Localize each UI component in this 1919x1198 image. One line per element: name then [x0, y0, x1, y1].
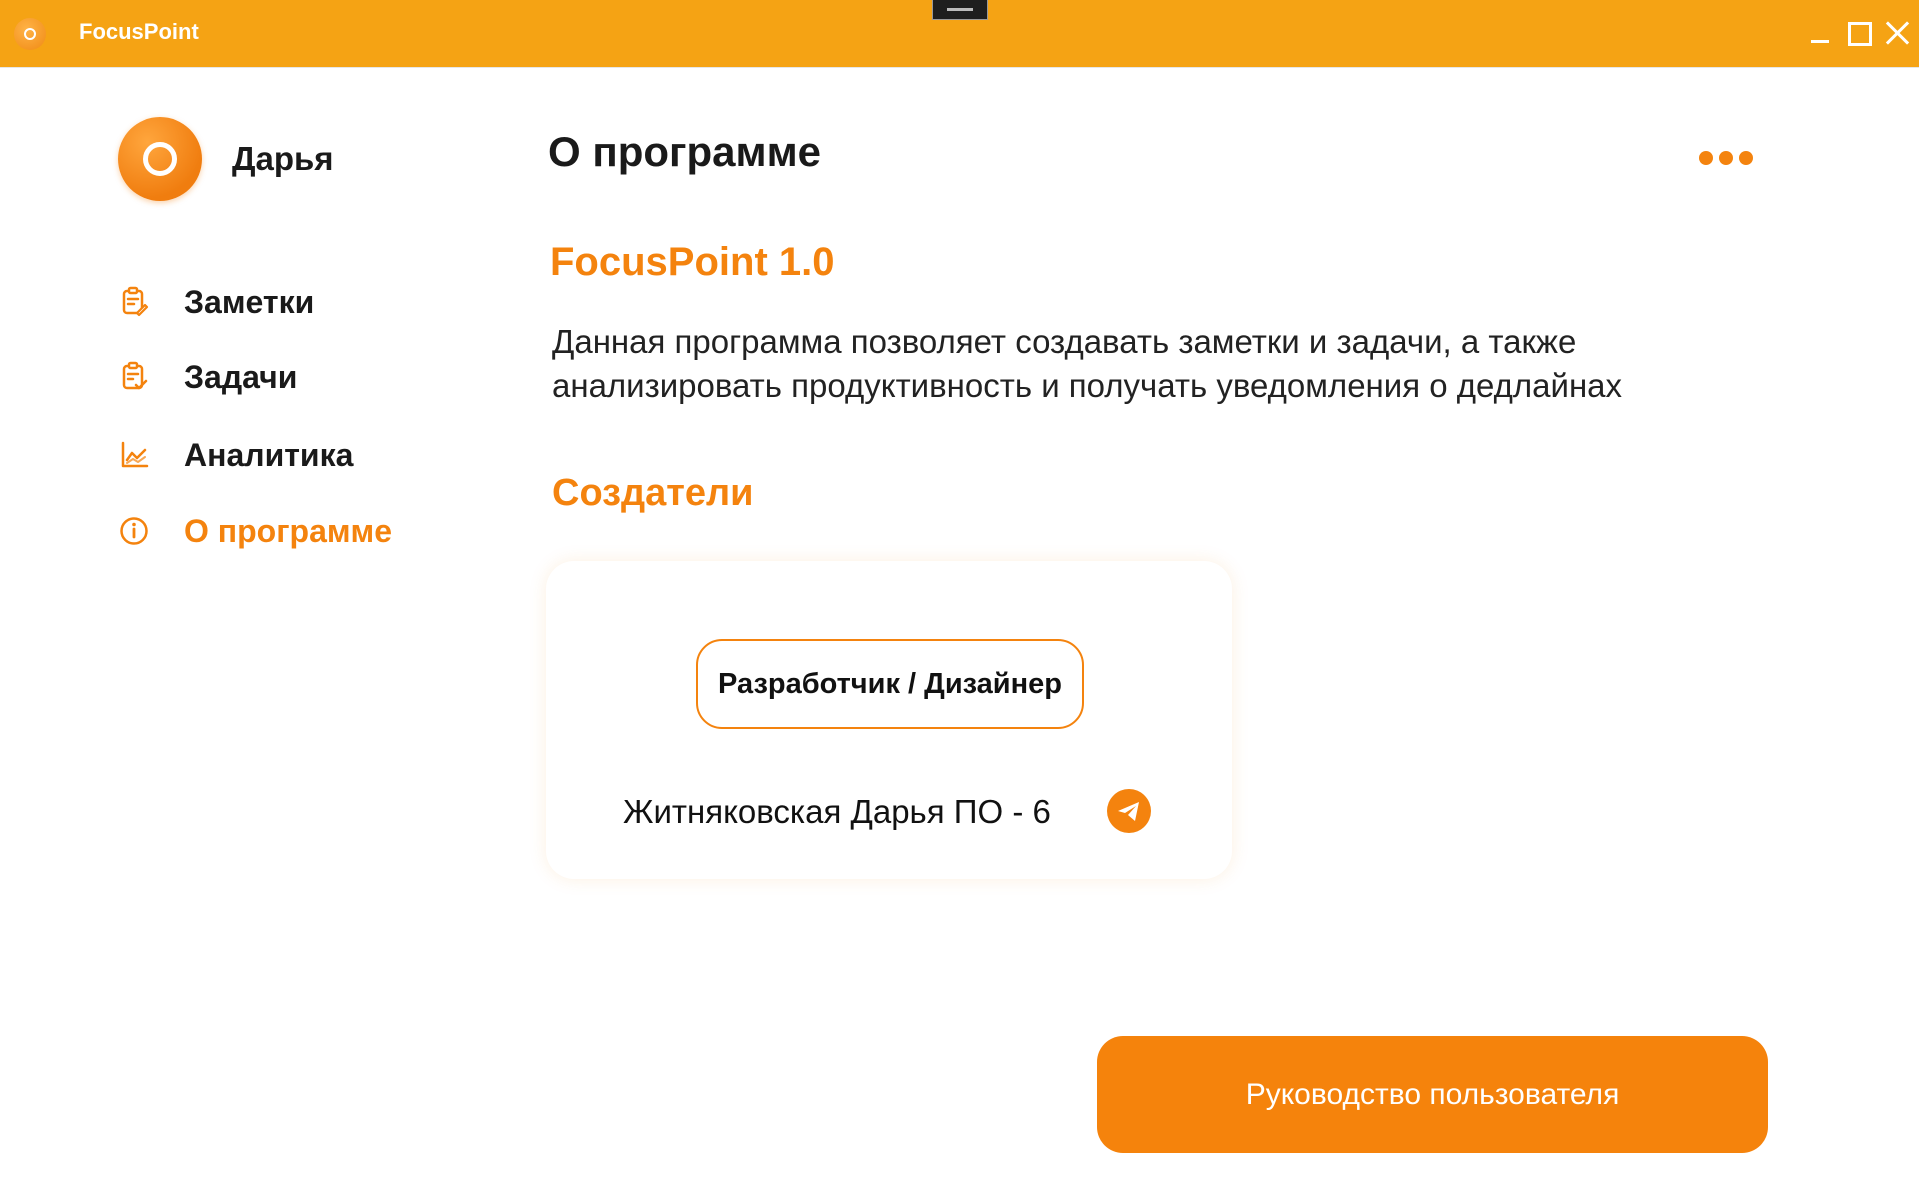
analytics-icon [121, 441, 149, 468]
sidebar-item-label: Задачи [184, 359, 298, 395]
app-version: FocusPoint 1.0 [550, 240, 835, 284]
sidebar-item-label: Заметки [184, 284, 315, 320]
creator-role-badge: Разработчик / Дизайнер [696, 639, 1084, 729]
more-dots-icon[interactable] [1697, 147, 1761, 169]
sidebar-item-analytics[interactable]: Аналитика [118, 433, 448, 477]
telegram-icon[interactable] [1107, 789, 1151, 833]
creator-card: Разработчик / Дизайнер Житняковская Дарь… [546, 561, 1232, 879]
user-name: Дарья [232, 140, 334, 177]
tasks-icon [122, 361, 148, 390]
sidebar-item-tasks[interactable]: Задачи [118, 355, 448, 399]
drag-handle[interactable] [932, 0, 988, 20]
title-bar: FocusPoint [0, 0, 1919, 68]
notes-icon [122, 286, 149, 317]
page-title: О программе [548, 128, 822, 175]
info-icon [120, 517, 148, 545]
sidebar-item-about[interactable]: О программе [118, 509, 448, 553]
sidebar-item-label: Аналитика [184, 437, 354, 473]
creator-name: Житняковская Дарья ПО - 6 [623, 793, 1051, 830]
minimize-icon[interactable] [1808, 20, 1834, 46]
close-icon[interactable] [1885, 20, 1911, 46]
user-guide-button[interactable]: Руководство пользователя [1097, 1036, 1768, 1153]
window-title: FocusPoint [79, 19, 199, 44]
sidebar-item-label: О программе [184, 513, 393, 549]
creators-heading: Создатели [552, 472, 754, 514]
app-description: Данная программа позволяет создавать зам… [552, 323, 1623, 404]
app-logo-icon [14, 18, 46, 50]
avatar[interactable] [118, 117, 202, 201]
sidebar-item-notes[interactable]: Заметки [118, 280, 448, 324]
maximize-icon[interactable] [1846, 20, 1872, 46]
